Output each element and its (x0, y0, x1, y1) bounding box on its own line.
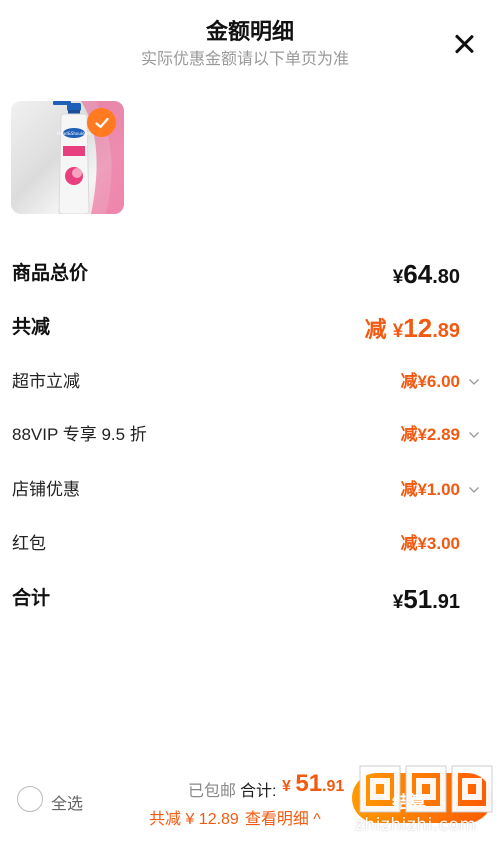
row-total-reduce: 共减 减 ¥12.89 (12, 311, 482, 345)
row-vip-discount[interactable]: 88VIP 专享 9.5 折 减¥2.89 (12, 418, 482, 452)
select-all-label[interactable]: 全选 (51, 790, 83, 814)
chevron-down-icon[interactable] (468, 484, 480, 496)
bottom-total-label: 合计: (240, 783, 277, 800)
sheet-title: 金额明细 (205, 19, 294, 44)
chevron-down-icon[interactable] (468, 376, 480, 388)
row-sum: 合计 ¥51.91 (12, 582, 482, 616)
selected-check-icon[interactable] (87, 108, 116, 137)
supermarket-discount-value: 减¥6.00 (400, 372, 460, 391)
row-label: 超市立减 (12, 372, 80, 391)
row-label: 共减 (12, 317, 51, 338)
chevron-down-icon[interactable] (468, 429, 480, 441)
bottom-saved-line: 共减 ¥ 12.89 查看明细 ^ (149, 805, 321, 829)
row-supermarket-discount[interactable]: 超市立减 减¥6.00 (12, 365, 482, 399)
shop-discount-value: 减¥1.00 (400, 480, 460, 499)
bottom-total-value: ¥ 51.91 (282, 770, 345, 797)
svg-text:Head&Shoulders: Head&Shoulders (57, 131, 90, 136)
close-icon[interactable] (450, 30, 478, 58)
total-price-value: ¥64.80 (392, 259, 460, 289)
watermark-text: zhizhizhi.com (355, 815, 477, 835)
vip-discount-value: 减¥2.89 (400, 425, 460, 444)
free-shipping-label: 已包邮 (188, 783, 237, 800)
sum-value: ¥51.91 (392, 584, 460, 614)
checkout-label: 结算 (392, 793, 426, 812)
row-label: 88VIP 专享 9.5 折 (12, 425, 147, 444)
row-label: 商品总价 (12, 263, 89, 284)
row-shop-discount[interactable]: 店铺优惠 减¥1.00 (12, 473, 482, 507)
row-label: 红包 (12, 534, 46, 553)
red-packet-value: 减¥3.00 (400, 534, 460, 553)
view-detail-link[interactable]: 查看明细 ^ (245, 811, 321, 828)
row-red-packet: 红包 减¥3.00 (12, 527, 482, 561)
row-label: 店铺优惠 (12, 480, 80, 499)
sheet-header: 金额明细 实际优惠金额请以下单页为准 (0, 0, 500, 80)
row-total-price: 商品总价 ¥64.80 (12, 257, 482, 291)
sheet-subtitle: 实际优惠金额请以下单页为准 (140, 51, 349, 68)
row-label: 合计 (12, 588, 51, 609)
total-reduce-value: 减 ¥12.89 (364, 313, 460, 343)
saved-amount: 共减 ¥ 12.89 (149, 811, 239, 828)
select-all-radio[interactable] (17, 786, 43, 812)
